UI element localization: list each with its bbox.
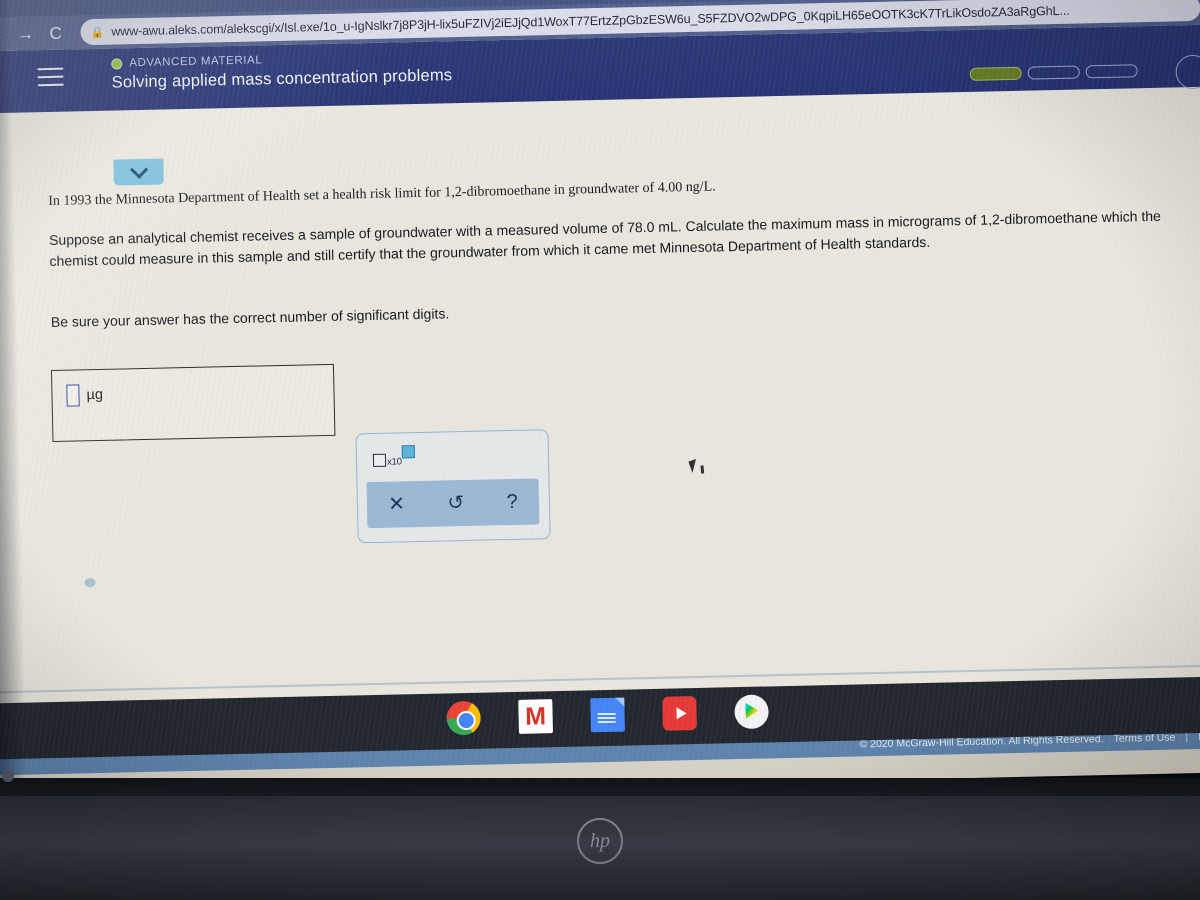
progress-segment-2 [1027,65,1080,80]
answer-unit-label: µg [86,386,104,404]
youtube-icon[interactable] [662,696,697,731]
hp-logo: hp [577,818,623,864]
mantissa-placeholder-icon [372,453,387,467]
problem-paragraph-3: Be sure your answer has the correct numb… [50,305,450,330]
answer-input[interactable] [66,384,80,407]
screen-artifact [84,578,96,588]
clear-button[interactable]: ✕ [380,492,413,517]
problem-paragraph-2: Suppose an analytical chemist receives a… [48,207,1162,269]
forward-button[interactable]: → [10,24,40,43]
chevron-down-icon [129,160,148,179]
play-store-icon[interactable] [734,694,769,730]
progress-indicator [969,64,1138,81]
laptop-photo: G molar mass of na2s2o3 - Google ✕ ▶ Oct… [0,0,1200,900]
google-docs-icon[interactable] [590,697,625,733]
collapse-panel-tab[interactable] [113,158,164,186]
avatar[interactable] [1175,54,1200,90]
laptop-screen: G molar mass of na2s2o3 - Google ✕ ▶ Oct… [0,0,1200,800]
undo-button[interactable]: ↺ [439,491,472,516]
back-button[interactable]: ← [0,24,11,43]
chrome-icon[interactable] [446,700,482,736]
advanced-material-dot-icon [111,57,123,70]
help-button[interactable]: ? [498,490,526,515]
aleks-page: ADVANCED MATERIAL Solving applied mass c… [0,24,1200,776]
palette-button-bar: ✕ ↺ ? [366,478,540,529]
gmail-icon[interactable]: M [518,699,553,734]
problem-paragraph-1: In 1993 the Minnesota Department of Heal… [48,179,716,210]
laptop-hinge-dot [2,770,14,782]
progress-segment-3 [1085,64,1138,79]
math-palette[interactable]: x10 ✕ ↺ ? [355,429,551,544]
progress-segment-1 [969,66,1022,81]
hamburger-menu-icon[interactable] [37,67,64,87]
advanced-material-label: ADVANCED MATERIAL [129,54,263,70]
answer-input-box[interactable]: µg [50,363,336,442]
lock-icon: 🔒 [90,26,105,39]
advanced-material-badge: ADVANCED MATERIAL [111,54,262,69]
reload-button[interactable]: C [40,23,70,42]
exponent-placeholder-icon [401,445,415,459]
x10-label: x10 [386,456,402,468]
scientific-notation-button[interactable]: x10 [372,445,415,468]
mouse-cursor [688,459,700,473]
page-title: Solving applied mass concentration probl… [111,66,453,92]
